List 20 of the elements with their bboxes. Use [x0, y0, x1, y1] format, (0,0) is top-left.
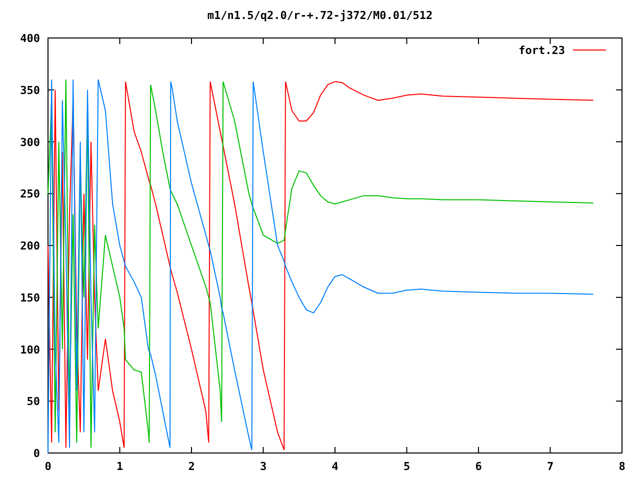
legend-label: fort.23 [518, 44, 565, 57]
tick-label: 0 [44, 460, 52, 473]
chart-title: m1/n1.5/q2.0/r-+.72-j372/M0.01/512 [207, 9, 433, 22]
tick-label: 50 [26, 395, 40, 408]
tick-label: 250 [20, 188, 40, 201]
tick-label: 0 [33, 447, 40, 460]
tick-label: 3 [260, 460, 267, 473]
tick-label: 400 [20, 32, 40, 45]
tick-label: 100 [20, 343, 40, 356]
tick-label: 5 [403, 460, 410, 473]
tick-label: 8 [618, 460, 626, 473]
tick-label: 350 [20, 84, 40, 97]
tick-label: 4 [332, 460, 338, 473]
tick-label: 300 [20, 136, 40, 149]
tick-label: 200 [20, 240, 40, 252]
tick-label: 6 [475, 460, 482, 473]
tick-label: 2 [188, 460, 195, 473]
tick-label: 150 [20, 291, 40, 304]
tick-label: 1 [116, 460, 124, 473]
tick-label: 7 [546, 460, 554, 473]
